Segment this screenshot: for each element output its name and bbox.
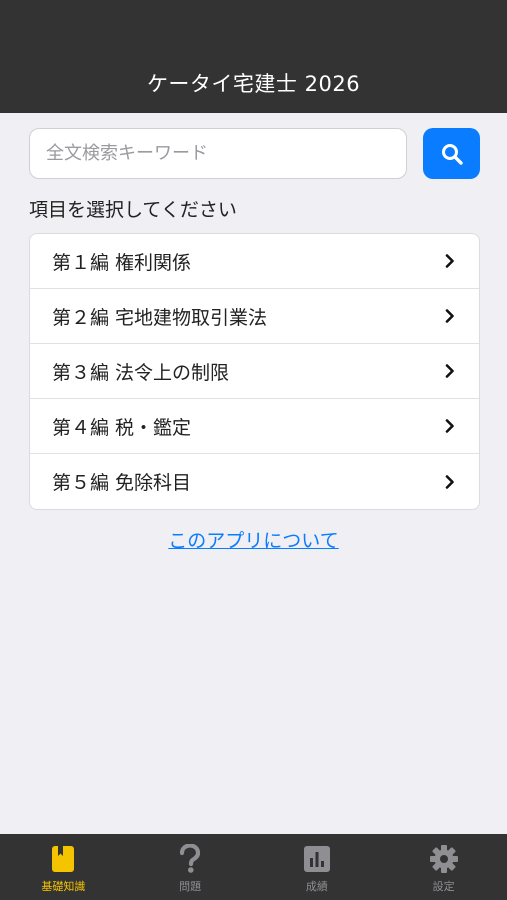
- search-input[interactable]: [29, 128, 407, 179]
- tab-results[interactable]: 成績: [254, 834, 381, 900]
- chevron-right-icon: [443, 363, 457, 379]
- tab-label: 基礎知識: [41, 880, 86, 893]
- tab-label: 成績: [305, 880, 328, 893]
- section-label: 項目を選択してください: [29, 199, 237, 221]
- list-item-label: 第５編 免除科目: [52, 472, 192, 494]
- list-item-chapter-4[interactable]: 第４編 税・鑑定: [30, 399, 479, 454]
- list-item-chapter-5[interactable]: 第５編 免除科目: [30, 454, 479, 509]
- question-icon: [175, 844, 205, 874]
- chevron-right-icon: [443, 308, 457, 324]
- tab-label: 設定: [432, 880, 455, 893]
- list-item-label: 第１編 権利関係: [52, 251, 192, 274]
- list-item-label: 第４編 税・鑑定: [52, 416, 192, 439]
- list-item-label: 第３編 法令上の制限: [52, 361, 230, 384]
- list-item-label: 第２編 宅地建物取引業法: [52, 306, 268, 329]
- chevron-right-icon: [443, 418, 457, 434]
- search-icon: [441, 143, 463, 165]
- tab-label: 問題: [179, 880, 202, 893]
- chevron-right-icon: [443, 474, 457, 490]
- app-title: ケータイ宅建士 2026: [146, 72, 361, 96]
- app-header: ケータイ宅建士 2026: [0, 0, 507, 113]
- tab-settings[interactable]: 設定: [380, 834, 507, 900]
- about-app-link[interactable]: このアプリについて: [0, 526, 507, 553]
- tab-questions[interactable]: 問題: [127, 834, 254, 900]
- gear-icon: [429, 844, 459, 874]
- bottom-tab-bar: 基礎知識 問題 成績 設定: [0, 834, 507, 900]
- book-icon: [48, 844, 78, 874]
- list-item-chapter-2[interactable]: 第２編 宅地建物取引業法: [30, 289, 479, 344]
- tab-basic-knowledge[interactable]: 基礎知識: [0, 834, 127, 900]
- list-item-chapter-1[interactable]: 第１編 権利関係: [30, 234, 479, 289]
- search-button[interactable]: [423, 128, 480, 179]
- list-item-chapter-3[interactable]: 第３編 法令上の制限: [30, 344, 479, 399]
- bar-chart-icon: [302, 844, 332, 874]
- chapter-list: 第１編 権利関係 第２編 宅地建物取引業法 第３編 法令上の制限 第４編 税・鑑…: [29, 233, 480, 510]
- chevron-right-icon: [443, 253, 457, 269]
